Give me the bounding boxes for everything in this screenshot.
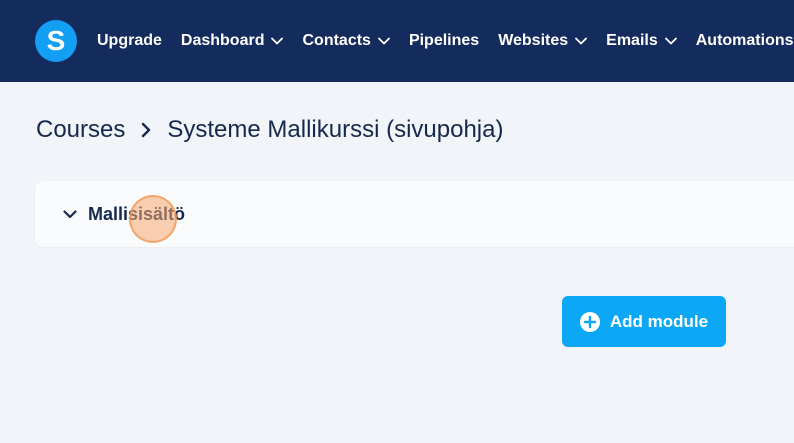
nav-item-label: Websites [498, 32, 569, 49]
breadcrumb: Courses Systeme Mallikurssi (sivupohja) [36, 116, 503, 144]
chevron-down-icon [664, 35, 677, 47]
nav-item-automations[interactable]: Automations [696, 32, 794, 50]
nav-item-upgrade[interactable]: Upgrade [97, 32, 162, 50]
page-title: Systeme Mallikurssi (sivupohja) [167, 116, 504, 143]
chevron-down-icon [63, 207, 77, 221]
chevron-down-icon [378, 35, 390, 47]
chevron-down-icon [271, 35, 284, 47]
nav-item-label: Emails [606, 32, 658, 49]
nav-item-label: Automations [695, 32, 794, 49]
nav-item-label: Pipelines [408, 32, 480, 49]
module-expand-toggle[interactable]: Mallisisältö [63, 204, 185, 225]
systeme-logo-icon[interactable]: S [35, 20, 77, 62]
plus-circle-icon [579, 311, 600, 332]
main-nav: Upgrade Dashboard Contacts Pipelines Web… [97, 0, 794, 82]
nav-item-dashboard[interactable]: Dashboard [181, 32, 284, 50]
nav-item-emails[interactable]: Emails [606, 32, 677, 50]
nav-item-label: Upgrade [97, 32, 162, 49]
add-module-label: Add module [609, 311, 709, 331]
nav-item-contacts[interactable]: Contacts [302, 32, 390, 50]
module-card: Mallisisältö [35, 181, 794, 247]
breadcrumb-courses-link[interactable]: Courses [36, 116, 125, 144]
logo-letter: S [46, 25, 66, 56]
add-module-button[interactable]: Add module [562, 296, 726, 347]
module-title: Mallisisältö [88, 203, 186, 224]
chevron-down-icon [575, 35, 588, 47]
nav-item-websites[interactable]: Websites [498, 32, 588, 50]
chevron-right-icon [139, 121, 153, 139]
nav-item-pipelines[interactable]: Pipelines [409, 32, 479, 50]
nav-item-label: Dashboard [180, 32, 265, 49]
top-navigation-bar: S Upgrade Dashboard Contacts Pipelines W… [0, 0, 794, 82]
nav-item-label: Contacts [302, 32, 371, 49]
